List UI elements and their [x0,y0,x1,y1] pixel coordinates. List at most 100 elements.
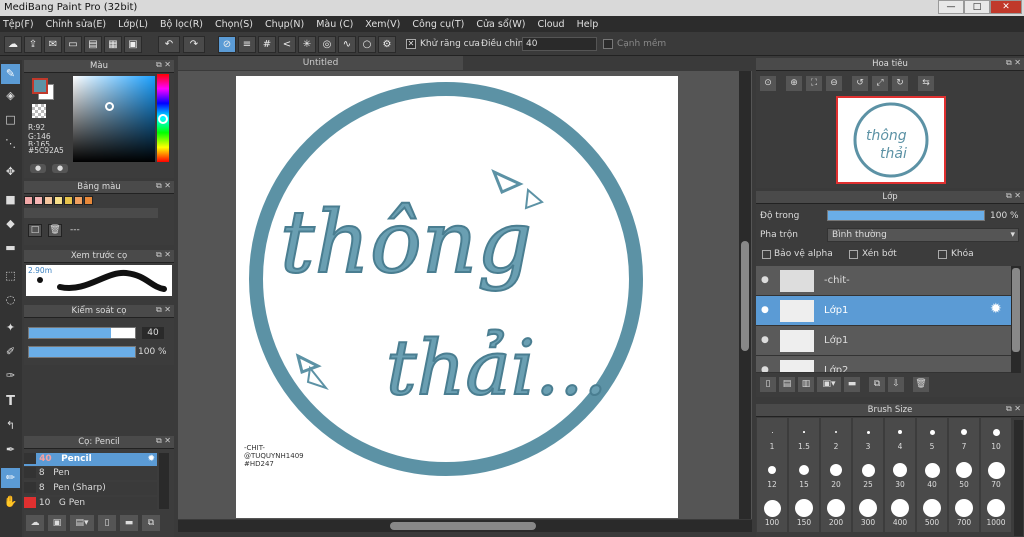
lock-checkbox[interactable] [938,250,947,259]
saturation-value-picker[interactable] [73,76,155,162]
brush-size-option[interactable]: 3 [853,418,883,456]
layers-scrollbar[interactable] [1011,266,1021,373]
eye-icon[interactable]: ● [761,365,769,372]
rotate-left-icon[interactable]: ↺ [852,76,868,91]
gear-icon[interactable]: ✹ [990,301,1002,317]
layer-row[interactable]: ● Lớp1 [756,326,1019,356]
fit-screen-icon[interactable]: ⤢ [872,76,888,91]
hand-tool-icon[interactable]: ✋ [1,492,20,512]
eye-icon[interactable]: ● [761,275,769,285]
panel-close-icon[interactable]: ⧉ ✕ [1006,404,1021,414]
radial-snap-icon[interactable]: ✳ [298,36,316,53]
brush-copy-icon[interactable]: ⧉ [142,515,160,531]
menu-layer[interactable]: Lớp(L) [118,19,148,30]
gear-icon[interactable]: ✹ [147,453,155,466]
panel-close-icon[interactable]: ⧉ ✕ [156,60,171,70]
tab-untitled[interactable]: Untitled [178,56,463,70]
panel-close-icon[interactable]: ⧉ ✕ [156,436,171,446]
navigator-thumbnail[interactable]: thông thải [836,96,946,184]
palette-swatch[interactable] [84,196,93,205]
new-halftone-layer-icon[interactable]: ▤ [779,377,795,392]
panel-close-icon[interactable]: ⧉ ✕ [156,250,171,260]
add-layer-menu-icon[interactable]: ▣▾ [817,377,841,392]
operation-tool-icon[interactable]: ↰ [1,416,20,436]
bucket-tool-icon[interactable]: ◆ [1,214,20,234]
brush-size-option[interactable]: 500 [917,494,947,532]
canvas-horizontal-scrollbar[interactable] [178,520,752,532]
menu-edit[interactable]: Chỉnh sửa(E) [46,19,107,30]
rotate-right-icon[interactable]: ↻ [892,76,908,91]
panels-icon[interactable]: ▣ [124,36,142,53]
brush-file-icon[interactable]: ▯ [98,515,116,531]
brush-size-option[interactable]: 100 [757,494,787,532]
magic-wand-icon[interactable]: ✦ [1,318,20,338]
antialias-checkbox[interactable]: ✕ [406,39,416,49]
blend-mode-select[interactable]: Bình thường ▾ [827,228,1019,242]
brush-size-option[interactable]: 5 [917,418,947,456]
clipping-checkbox[interactable] [849,250,858,259]
move-tool-icon[interactable]: ✥ [1,162,20,182]
brush-size-option[interactable]: 2 [821,418,851,456]
brush-size-option[interactable]: 200 [821,494,851,532]
brush-size-option[interactable]: 15 [789,456,819,494]
rect-tool-icon[interactable]: □ [1,110,20,130]
parallel-snap-icon[interactable]: ≡ [238,36,256,53]
export-icon[interactable]: ⇪ [24,36,42,53]
palette-swatch[interactable] [54,196,63,205]
zoom-out-icon[interactable]: ⊖ [826,76,842,91]
brush-item-pen-sharp[interactable]: 8 Pen (Sharp) [24,482,157,495]
comment-icon[interactable]: ✉ [44,36,62,53]
eye-icon[interactable]: ● [761,305,769,315]
panel-close-icon[interactable]: ⧉ ✕ [156,181,171,191]
menu-snap[interactable]: Chụp(N) [265,19,304,30]
layer-opacity-slider[interactable] [827,210,985,221]
speech-icon[interactable]: ▭ [64,36,82,53]
brush-item-pencil[interactable]: 40 Pencil ✹ [24,453,157,466]
brush-list-scrollbar[interactable] [159,453,169,509]
maximize-button[interactable]: □ [964,0,990,14]
canvas-vertical-scrollbar[interactable] [739,71,751,519]
lasso-tool-icon[interactable]: ◌ [1,290,20,310]
transparent-color-swatch[interactable] [32,104,46,118]
panel-close-icon[interactable]: ⧉ ✕ [1006,58,1021,68]
zoom-in-icon[interactable]: ⊕ [786,76,802,91]
brush-size-option[interactable]: 20 [821,456,851,494]
brush-size-option[interactable]: 150 [789,494,819,532]
flip-icon[interactable]: ⇆ [918,76,934,91]
brush-tool-icon[interactable]: ✎ [1,64,20,84]
gradient-tool-icon[interactable]: ▬ [1,238,20,258]
soft-edge-checkbox[interactable] [603,39,613,49]
protect-alpha-checkbox[interactable] [762,250,771,259]
select-tool-icon[interactable]: ⬚ [1,266,20,286]
duplicate-layer-icon[interactable]: ⧉ [869,377,885,392]
palette-swatch[interactable] [44,196,53,205]
text-tool-icon[interactable]: T [1,392,20,412]
brush-size-value[interactable]: 40 [142,327,164,339]
brush-size-option[interactable]: 1000 [981,494,1011,532]
page-icon[interactable]: ▤ [84,36,102,53]
close-button[interactable]: ✕ [990,0,1022,14]
add-brush-icon[interactable]: ▣ [48,515,66,531]
redo-icon[interactable]: ↷ [183,36,205,53]
new-layer-icon[interactable]: ▯ [760,377,776,392]
folder-icon[interactable]: ▬ [844,377,860,392]
undo-icon[interactable]: ↶ [158,36,180,53]
menu-color[interactable]: Màu (C) [316,19,353,30]
brush-size-option[interactable]: 4 [885,418,915,456]
color-add-icon[interactable]: ● [30,164,46,173]
brush-menu-icon[interactable]: ▤▾ [70,515,94,531]
grid-list-icon[interactable]: ▦ [104,36,122,53]
layer-row[interactable]: ● Lớp1 ✹ [756,296,1019,326]
brush-item-pen[interactable]: 8 Pen [24,467,157,480]
brush-size-option[interactable]: 25 [853,456,883,494]
merge-layer-icon[interactable]: ⇩ [888,377,904,392]
eye-icon[interactable]: ● [761,335,769,345]
menu-view[interactable]: Xem(V) [365,19,400,30]
select-pen-icon[interactable]: ✐ [1,342,20,362]
settings-snap-icon[interactable]: ⚙ [378,36,396,53]
brush-size-option[interactable]: 700 [949,494,979,532]
new-palette-icon[interactable]: □ [28,224,42,237]
correction-input[interactable]: 40 [522,37,597,51]
brush-size-option[interactable]: 300 [853,494,883,532]
brush-size-option[interactable]: 1.5 [789,418,819,456]
